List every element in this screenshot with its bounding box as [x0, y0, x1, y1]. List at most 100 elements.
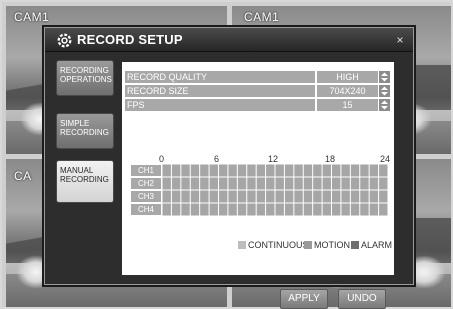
schedule-cell[interactable] — [303, 190, 313, 203]
schedule-cell[interactable] — [341, 203, 350, 216]
schedule-cell[interactable] — [350, 164, 360, 177]
schedule-cell[interactable] — [369, 164, 379, 177]
schedule-cell[interactable] — [294, 164, 303, 177]
schedule-cell[interactable] — [294, 203, 303, 216]
schedule-cell[interactable] — [332, 203, 341, 216]
record-size-value[interactable]: 704X240 — [317, 85, 378, 97]
schedule-cell[interactable] — [237, 177, 247, 190]
menu-item-manual-recording[interactable]: MANUAL RECORDING — [56, 160, 114, 203]
schedule-cell[interactable] — [237, 203, 247, 216]
close-button[interactable]: × — [393, 33, 407, 47]
schedule-cell[interactable] — [275, 203, 284, 216]
schedule-cell[interactable] — [190, 203, 200, 216]
schedule-cell[interactable] — [369, 203, 379, 216]
schedule-cell[interactable] — [162, 177, 171, 190]
schedule-cell[interactable] — [256, 164, 266, 177]
schedule-cell[interactable] — [228, 177, 237, 190]
schedule-cell[interactable] — [341, 177, 350, 190]
schedule-cell[interactable] — [350, 177, 360, 190]
schedule-cell[interactable] — [266, 177, 275, 190]
schedule-cell[interactable] — [266, 190, 275, 203]
schedule-cell[interactable] — [181, 177, 190, 190]
schedule-cell[interactable] — [332, 190, 341, 203]
record-quality-value[interactable]: HIGH — [317, 71, 378, 83]
schedule-cell[interactable] — [284, 177, 294, 190]
fps-value[interactable]: 15 — [317, 99, 378, 111]
schedule-cell[interactable] — [219, 203, 228, 216]
schedule-cell[interactable] — [284, 203, 294, 216]
schedule-cell[interactable] — [209, 203, 218, 216]
schedule-cell[interactable] — [322, 177, 331, 190]
schedule-cell[interactable] — [313, 203, 322, 216]
schedule-cell[interactable] — [200, 164, 209, 177]
schedule-cell[interactable] — [369, 177, 379, 190]
schedule-cell[interactable] — [200, 190, 209, 203]
schedule-cell[interactable] — [284, 164, 294, 177]
schedule-cell[interactable] — [209, 164, 218, 177]
schedule-cell[interactable] — [379, 177, 388, 190]
schedule-cell[interactable] — [162, 164, 171, 177]
schedule-cell[interactable] — [247, 164, 256, 177]
schedule-cell[interactable] — [322, 203, 331, 216]
schedule-cell[interactable] — [190, 177, 200, 190]
schedule-cell[interactable] — [219, 177, 228, 190]
fps-spinner-icon[interactable] — [379, 99, 390, 111]
schedule-cell[interactable] — [313, 177, 322, 190]
schedule-cell[interactable] — [266, 164, 275, 177]
schedule-cell[interactable] — [190, 164, 200, 177]
schedule-cell[interactable] — [341, 164, 350, 177]
schedule-cell[interactable] — [237, 164, 247, 177]
schedule-grid[interactable] — [162, 164, 388, 216]
menu-item-simple-recording[interactable]: SIMPLE RECORDING — [56, 113, 114, 149]
schedule-cell[interactable] — [171, 190, 181, 203]
schedule-cell[interactable] — [162, 190, 171, 203]
schedule-cell[interactable] — [256, 177, 266, 190]
schedule-cell[interactable] — [369, 190, 379, 203]
schedule-cell[interactable] — [284, 190, 294, 203]
schedule-cell[interactable] — [209, 190, 218, 203]
schedule-cell[interactable] — [303, 203, 313, 216]
schedule-cell[interactable] — [200, 177, 209, 190]
menu-item-recording-operations[interactable]: RECORDING OPERATIONS — [56, 60, 114, 96]
schedule-cell[interactable] — [275, 177, 284, 190]
schedule-cell[interactable] — [171, 164, 181, 177]
schedule-cell[interactable] — [350, 203, 360, 216]
schedule-cell[interactable] — [332, 164, 341, 177]
schedule-cell[interactable] — [313, 190, 322, 203]
schedule-cell[interactable] — [228, 190, 237, 203]
schedule-cell[interactable] — [190, 190, 200, 203]
schedule-cell[interactable] — [275, 190, 284, 203]
schedule-cell[interactable] — [322, 164, 331, 177]
schedule-cell[interactable] — [162, 203, 171, 216]
schedule-cell[interactable] — [266, 203, 275, 216]
schedule-cell[interactable] — [181, 190, 190, 203]
apply-button[interactable]: APPLY — [280, 289, 328, 309]
schedule-cell[interactable] — [341, 190, 350, 203]
schedule-cell[interactable] — [350, 190, 360, 203]
schedule-cell[interactable] — [322, 190, 331, 203]
schedule-cell[interactable] — [360, 190, 369, 203]
schedule-cell[interactable] — [237, 190, 247, 203]
schedule-cell[interactable] — [247, 177, 256, 190]
schedule-cell[interactable] — [332, 177, 341, 190]
schedule-cell[interactable] — [294, 177, 303, 190]
schedule-cell[interactable] — [313, 164, 322, 177]
schedule-cell[interactable] — [247, 190, 256, 203]
schedule-cell[interactable] — [256, 203, 266, 216]
schedule-cell[interactable] — [181, 164, 190, 177]
schedule-cell[interactable] — [200, 203, 209, 216]
schedule-cell[interactable] — [275, 164, 284, 177]
record-quality-spinner-icon[interactable] — [379, 71, 390, 83]
record-size-spinner-icon[interactable] — [379, 85, 390, 97]
schedule-cell[interactable] — [181, 203, 190, 216]
schedule-cell[interactable] — [228, 164, 237, 177]
schedule-cell[interactable] — [247, 203, 256, 216]
schedule-cell[interactable] — [256, 190, 266, 203]
schedule-cell[interactable] — [219, 190, 228, 203]
schedule-cell[interactable] — [360, 203, 369, 216]
schedule-cell[interactable] — [379, 203, 388, 216]
schedule-cell[interactable] — [360, 164, 369, 177]
schedule-cell[interactable] — [379, 190, 388, 203]
schedule-cell[interactable] — [303, 164, 313, 177]
schedule-cell[interactable] — [219, 164, 228, 177]
